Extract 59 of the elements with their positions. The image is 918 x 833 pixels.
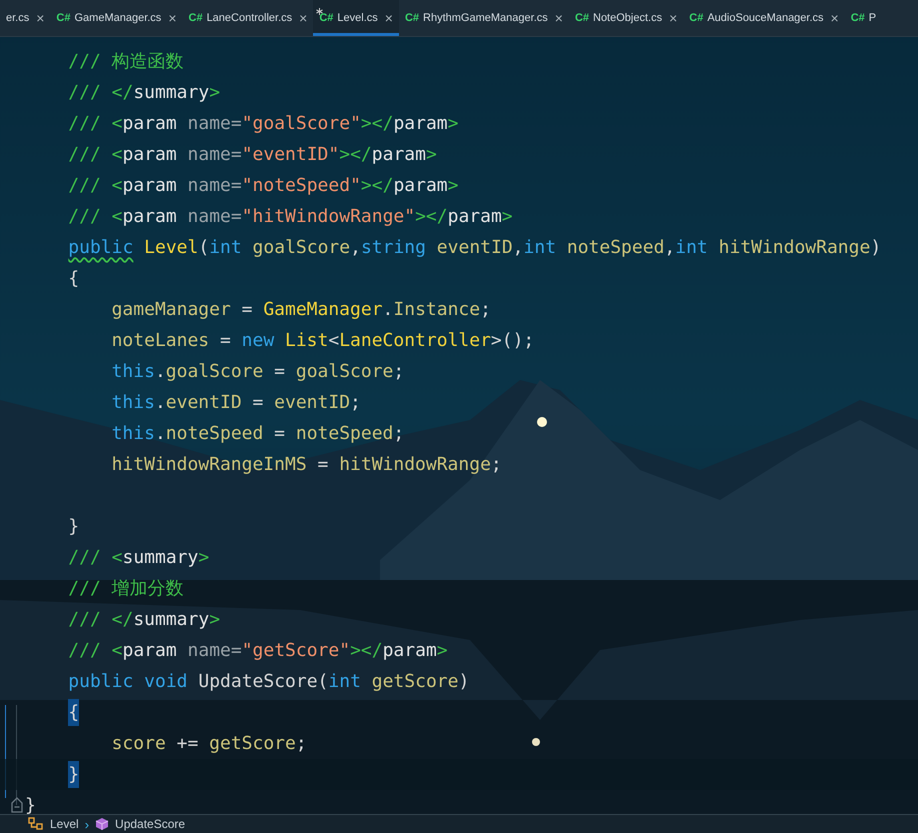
- close-icon[interactable]: ×: [830, 10, 839, 26]
- code-line: /// 构造函数: [68, 50, 184, 74]
- breadcrumb-item[interactable]: UpdateScore: [115, 817, 186, 831]
- code-line: this.eventID = eventID;: [112, 390, 361, 414]
- code-line: {: [68, 266, 80, 290]
- chevron-icon: ›: [84, 816, 90, 832]
- code-line: /// <param name="noteSpeed"></param>: [68, 174, 458, 198]
- code-line: /// 增加分数: [68, 576, 184, 600]
- close-icon[interactable]: ×: [384, 10, 393, 26]
- code-line: this.goalScore = goalScore;: [112, 360, 404, 384]
- file-tab[interactable]: C# GameManager.cs ×: [50, 0, 182, 36]
- code-line: }: [68, 514, 80, 538]
- file-tab[interactable]: C# Level.cs ×: [313, 0, 399, 36]
- code-line: /// <param name="hitWindowRange"></param>: [68, 204, 513, 228]
- cube-icon: [95, 817, 110, 831]
- file-tab[interactable]: C# NoteObject.cs ×: [568, 0, 684, 36]
- code-line: /// <summary>: [68, 546, 210, 570]
- code-line: public void UpdateScore(int getScore): [68, 670, 470, 694]
- tab-label: er.cs: [6, 12, 30, 24]
- close-icon[interactable]: ×: [669, 10, 678, 26]
- code-line: public Level(int goalScore,string eventID,int noteSpeed,int hitWindowRange): [68, 236, 882, 260]
- modified-icon: [316, 8, 324, 15]
- tab-label: RhythmGameManager.cs: [423, 12, 548, 24]
- file-tab[interactable]: C# P: [844, 0, 882, 36]
- code-line: /// <param name="goalScore"></param>: [68, 112, 458, 136]
- code-line: }: [25, 794, 36, 818]
- code-line: this.noteSpeed = noteSpeed;: [112, 422, 404, 446]
- code-line: /// <param name="getScore"></param>: [68, 638, 448, 662]
- tab-label: GameManager.cs: [74, 12, 162, 24]
- code-line: noteLanes = new List<LaneController>();: [112, 328, 534, 352]
- csharp-file-icon: C#: [404, 12, 420, 24]
- csharp-file-icon: C#: [188, 12, 203, 24]
- close-icon[interactable]: ×: [299, 10, 308, 26]
- csharp-file-icon: C#: [574, 12, 589, 24]
- code-line: score += getScore;: [112, 732, 307, 756]
- code-line: /// </summary>: [68, 80, 220, 104]
- code-line: hitWindowRangeInMS = hitWindowRange;: [112, 452, 502, 476]
- class-icon: [28, 817, 44, 831]
- tab-label: LaneController.cs: [206, 12, 292, 24]
- close-icon[interactable]: ×: [36, 10, 44, 26]
- csharp-file-icon: C#: [319, 12, 334, 24]
- breadcrumb-item[interactable]: Level: [50, 817, 79, 831]
- file-tab[interactable]: C# RhythmGameManager.cs ×: [398, 0, 569, 36]
- code-line: /// <param name="eventID"></param>: [68, 142, 437, 166]
- close-icon[interactable]: ×: [168, 10, 176, 26]
- close-icon[interactable]: ×: [554, 10, 563, 26]
- tab-label: P: [868, 12, 876, 24]
- tab-label: Level.cs: [337, 12, 378, 24]
- file-tab[interactable]: C# AudioSouceManager.cs ×: [683, 0, 845, 36]
- tab-label: AudioSouceManager.cs: [707, 12, 824, 24]
- tab-label: NoteObject.cs: [593, 12, 662, 24]
- csharp-file-icon: C#: [689, 12, 704, 24]
- file-tab[interactable]: er.cs ×: [0, 0, 50, 36]
- csharp-file-icon: C#: [56, 12, 70, 24]
- code-line: gameManager = GameManager.Instance;: [112, 298, 491, 322]
- code-line: /// </summary>: [68, 608, 220, 632]
- fold-icon[interactable]: [10, 796, 24, 814]
- csharp-file-icon: C#: [850, 12, 865, 24]
- file-tab[interactable]: C# LaneController.cs ×: [182, 0, 314, 36]
